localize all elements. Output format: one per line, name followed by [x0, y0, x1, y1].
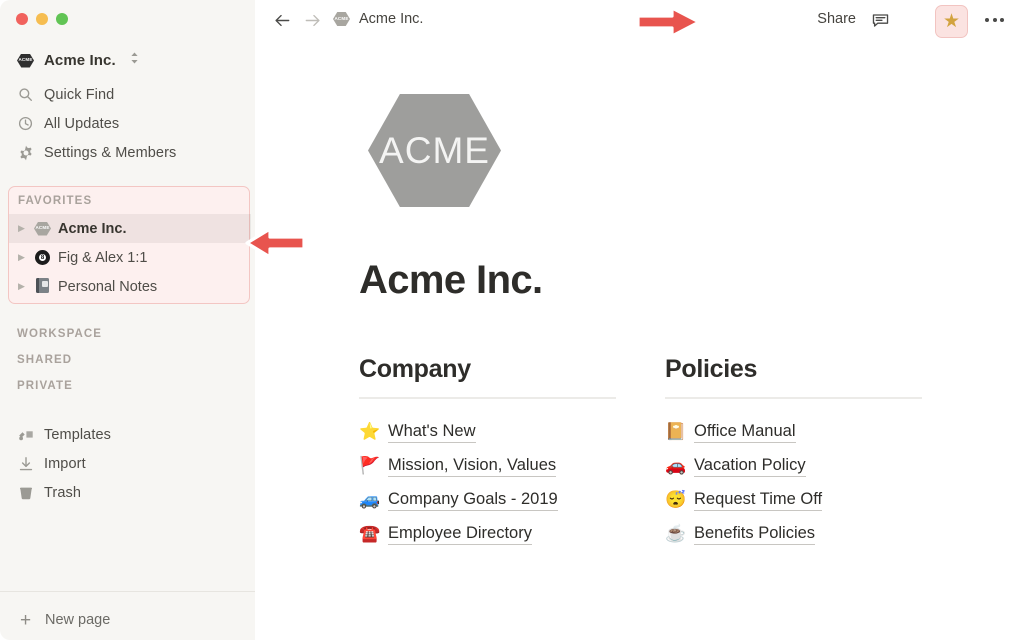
red-car-emoji: 🚗	[665, 456, 687, 475]
page-link-office-manual[interactable]: 📔 Office Manual	[665, 415, 925, 449]
sidebar-favorite-personal-notes[interactable]: ▶ Personal Notes	[9, 272, 251, 301]
sidebar-item-trash[interactable]: Trash	[0, 478, 255, 507]
topbar: ACME Acme Inc. Share ★	[255, 0, 1024, 42]
eight-ball-icon: 8	[34, 250, 51, 265]
sidebar-item-templates[interactable]: Templates	[0, 420, 255, 449]
page-link-company-goals[interactable]: 🚙 Company Goals - 2019	[359, 483, 619, 517]
triangular-flag-emoji: 🚩	[359, 456, 381, 475]
breadcrumb[interactable]: ACME Acme Inc.	[333, 11, 423, 27]
column-divider	[665, 397, 922, 399]
acme-hexagon-icon: ACME	[333, 12, 350, 26]
page-link-request-time-off[interactable]: 😴 Request Time Off	[665, 483, 925, 517]
sidebar-divider	[0, 591, 255, 592]
sidebar-group-workspace[interactable]: WORKSPACE	[17, 328, 102, 340]
minimize-button[interactable]	[36, 13, 48, 25]
acme-hexagon-icon: ACME	[17, 52, 34, 69]
gear-icon	[17, 144, 34, 161]
app-window: ACME Acme Inc. Quick Find All Updates Se…	[0, 0, 1024, 640]
trash-icon	[17, 484, 34, 501]
sidebar-item-label: Import	[44, 455, 86, 472]
sleeping-face-emoji: 😴	[665, 490, 687, 509]
arrow-right-icon[interactable]	[303, 11, 322, 35]
speech-bubble-icon[interactable]	[871, 11, 890, 35]
favorites-list: ▶ ACME Acme Inc. ▶ 8 Fig & Alex 1:1 ▶ Pe…	[9, 214, 251, 301]
plus-icon: +	[19, 609, 32, 631]
triangle-right-icon[interactable]: ▶	[18, 253, 27, 262]
workspace-switcher[interactable]: ACME Acme Inc.	[0, 46, 255, 75]
favorite-star-button[interactable]: ★	[935, 5, 968, 38]
search-icon	[17, 86, 34, 103]
sidebar-item-label: Trash	[44, 484, 82, 501]
star-emoji: ⭐	[359, 422, 381, 441]
sidebar-item-label: Quick Find	[44, 86, 115, 103]
clock-icon	[17, 115, 34, 132]
notebook-icon	[34, 278, 51, 295]
page-link-vacation-policy[interactable]: 🚗 Vacation Policy	[665, 449, 925, 483]
favorite-label: Fig & Alex 1:1	[58, 249, 148, 266]
chevron-up-down-icon[interactable]	[130, 51, 139, 70]
page-link-mission-vision-values[interactable]: 🚩 Mission, Vision, Values	[359, 449, 619, 483]
favorite-label: Personal Notes	[58, 278, 158, 295]
download-icon	[17, 455, 34, 472]
breadcrumb-label: Acme Inc.	[359, 11, 424, 27]
acme-hexagon-icon: ACME	[34, 221, 51, 236]
sidebar-favorite-acme-inc[interactable]: ▶ ACME Acme Inc.	[9, 214, 251, 243]
page-link-label[interactable]: Request Time Off	[694, 488, 823, 512]
triangle-right-icon[interactable]: ▶	[18, 282, 27, 291]
new-page-label: New page	[45, 612, 111, 628]
page-link-label[interactable]: What's New	[388, 420, 476, 444]
column-divider	[359, 397, 616, 399]
close-button[interactable]	[16, 13, 28, 25]
sidebar-group-private[interactable]: PRIVATE	[17, 380, 73, 392]
sidebar-item-import[interactable]: Import	[0, 449, 255, 478]
sidebar-item-all-updates[interactable]: All Updates	[0, 109, 255, 138]
notebook-emoji: 📔	[665, 422, 687, 441]
coffee-emoji: ☕	[665, 524, 687, 543]
workspace-name: Acme Inc.	[44, 52, 116, 69]
sidebar-nav: Quick Find All Updates Settings & Member…	[0, 80, 255, 167]
column-heading: Company	[359, 355, 471, 383]
page-cover-logo: ACME	[368, 94, 501, 207]
page-link-label[interactable]: Office Manual	[694, 420, 796, 444]
page-link-benefits-policies[interactable]: ☕ Benefits Policies	[665, 517, 925, 551]
triangle-right-icon[interactable]: ▶	[18, 224, 27, 233]
zoom-button[interactable]	[56, 13, 68, 25]
page-link-employee-directory[interactable]: ☎️ Employee Directory	[359, 517, 619, 551]
page-link-label[interactable]: Company Goals - 2019	[388, 488, 558, 512]
page-link-label[interactable]: Mission, Vision, Values	[388, 454, 557, 478]
share-button[interactable]: Share	[817, 11, 856, 27]
sidebar-item-label: Templates	[44, 426, 111, 443]
favorites-header: FAVORITES	[18, 195, 93, 207]
star-icon: ★	[942, 11, 961, 32]
page-link-whats-new[interactable]: ⭐ What's New	[359, 415, 619, 449]
sidebar-item-label: Settings & Members	[44, 144, 177, 161]
arrow-left-icon[interactable]	[273, 11, 292, 35]
logo-text: ACME	[379, 129, 490, 171]
templates-icon	[17, 426, 34, 443]
sidebar-item-quick-find[interactable]: Quick Find	[0, 80, 255, 109]
ellipsis-icon[interactable]	[985, 11, 1004, 29]
favorites-section-highlight: FAVORITES ▶ ACME Acme Inc. ▶ 8 Fig & Ale…	[8, 186, 251, 304]
sidebar-favorite-fig-alex[interactable]: ▶ 8 Fig & Alex 1:1	[9, 243, 251, 272]
column-company: Company ⭐ What's New 🚩 Mission, Vision, …	[359, 355, 619, 551]
car-emoji: 🚙	[359, 490, 381, 509]
page-link-label[interactable]: Employee Directory	[388, 522, 532, 546]
sidebar-item-label: All Updates	[44, 115, 120, 132]
sidebar-group-shared[interactable]: SHARED	[17, 354, 72, 366]
window-traffic-lights[interactable]	[16, 13, 68, 25]
sidebar-bottom-nav: Templates Import Trash	[0, 420, 255, 507]
page-link-label[interactable]: Benefits Policies	[694, 522, 816, 546]
column-heading: Policies	[665, 355, 758, 383]
page-link-label[interactable]: Vacation Policy	[694, 454, 806, 478]
sidebar-item-settings-members[interactable]: Settings & Members	[0, 138, 255, 167]
sidebar: ACME Acme Inc. Quick Find All Updates Se…	[0, 0, 255, 640]
page-title: Acme Inc.	[359, 258, 543, 302]
favorite-label: Acme Inc.	[58, 220, 127, 237]
main-area: ACME Acme Inc. Share ★ ACME Acme Inc. Co…	[255, 0, 1024, 640]
telephone-emoji: ☎️	[359, 524, 381, 543]
new-page-button[interactable]: + New page	[0, 602, 255, 638]
column-policies: Policies 📔 Office Manual 🚗 Vacation Poli…	[665, 355, 925, 551]
